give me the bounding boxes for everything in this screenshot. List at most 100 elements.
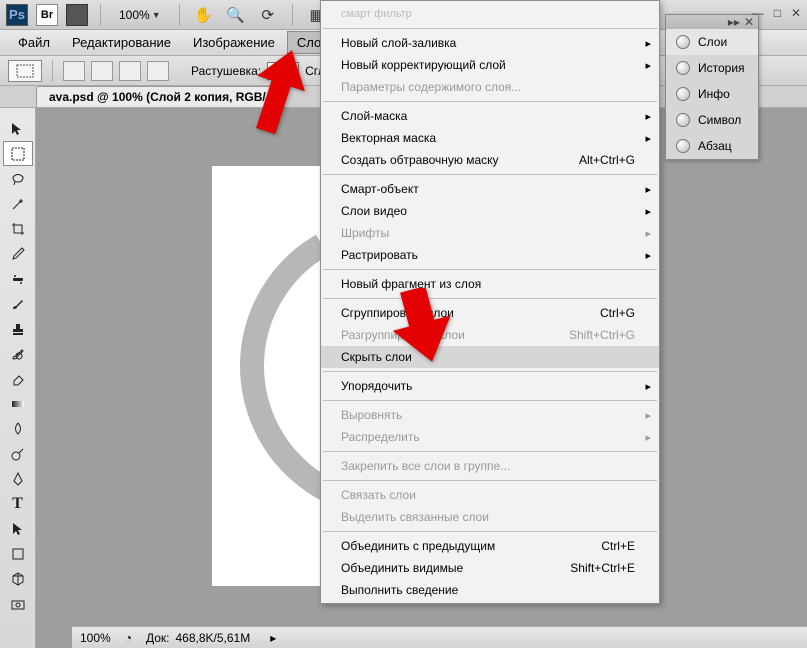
menu-separator xyxy=(323,400,657,401)
menu-lock-all: Закрепить все слои в группе... xyxy=(321,455,659,477)
eraser-tool-icon[interactable] xyxy=(3,366,33,391)
menu-group[interactable]: Сгруппировать слоиCtrl+G xyxy=(321,302,659,324)
zoom-icon[interactable]: 🔍 xyxy=(224,3,248,27)
status-zoom[interactable]: 100% xyxy=(80,631,111,645)
status-bar: 100% ◔ Док: 468,8K/5,61M ▸ xyxy=(72,626,807,648)
panel-dot-icon xyxy=(676,139,690,153)
brush-tool-icon[interactable] xyxy=(3,291,33,316)
panel-dot-icon xyxy=(676,87,690,101)
status-doc: Док: 468,8K/5,61M xyxy=(146,631,250,645)
menu-distribute: Распределить xyxy=(321,426,659,448)
new-selection-icon[interactable] xyxy=(63,61,85,81)
menu-flatten[interactable]: Выполнить сведение xyxy=(321,579,659,601)
hand-icon[interactable]: ✋ xyxy=(192,3,216,27)
status-nav-icon[interactable]: ◔ xyxy=(125,631,132,645)
history-brush-icon[interactable] xyxy=(3,341,33,366)
separator xyxy=(52,60,53,82)
menu-merge-down[interactable]: Объединить с предыдущимCtrl+E xyxy=(321,535,659,557)
minibridge-icon[interactable] xyxy=(66,4,88,26)
gradient-tool-icon[interactable] xyxy=(3,391,33,416)
layers-menu: смарт фильтр Новый слой-заливка Новый ко… xyxy=(320,0,660,604)
eyedropper-tool-icon[interactable] xyxy=(3,241,33,266)
rotate-icon[interactable]: ⟳ xyxy=(256,3,280,27)
panel-tab-history[interactable]: История xyxy=(666,55,758,81)
menu-edit[interactable]: Редактирование xyxy=(62,31,181,54)
intersect-selection-icon[interactable] xyxy=(147,61,169,81)
document-tab[interactable]: ava.psd @ 100% (Слой 2 копия, RGB/ xyxy=(36,86,279,107)
menu-separator xyxy=(323,451,657,452)
menu-video-layers[interactable]: Слои видео xyxy=(321,200,659,222)
panel-dot-icon xyxy=(676,35,690,49)
dodge-tool-icon[interactable] xyxy=(3,441,33,466)
menu-layer-mask[interactable]: Слой-маска xyxy=(321,105,659,127)
menu-select-linked: Выделить связанные слои xyxy=(321,506,659,528)
menu-new-slice[interactable]: Новый фрагмент из слоя xyxy=(321,273,659,295)
menu-clipping-mask[interactable]: Создать обтравочную маскуAlt+Ctrl+G xyxy=(321,149,659,171)
menu-header-item: смарт фильтр xyxy=(321,3,659,25)
panel-tab-symbol[interactable]: Символ xyxy=(666,107,758,133)
separator xyxy=(179,4,180,26)
menu-merge-visible[interactable]: Объединить видимыеShift+Ctrl+E xyxy=(321,557,659,579)
menu-link: Связать слои xyxy=(321,484,659,506)
stamp-tool-icon[interactable] xyxy=(3,316,33,341)
move-tool-icon[interactable] xyxy=(3,116,33,141)
collapse-icon[interactable]: ▸▸ xyxy=(728,15,740,29)
panel-tab-layers[interactable]: Слои xyxy=(666,29,758,55)
maximize-icon[interactable]: □ xyxy=(774,6,781,20)
type-tool-icon[interactable]: T xyxy=(3,491,33,516)
camera-tool-icon[interactable] xyxy=(3,591,33,616)
healing-tool-icon[interactable] xyxy=(3,266,33,291)
chevron-right-icon[interactable]: ▸ xyxy=(270,631,276,645)
menu-fonts: Шрифты xyxy=(321,222,659,244)
marquee-tool-icon[interactable] xyxy=(3,141,33,166)
menu-align: Выровнять xyxy=(321,404,659,426)
close-icon[interactable]: ✕ xyxy=(791,6,801,20)
menu-vector-mask[interactable]: Векторная маска xyxy=(321,127,659,149)
lasso-tool-icon[interactable] xyxy=(3,166,33,191)
3d-tool-icon[interactable] xyxy=(3,566,33,591)
shape-tool-icon[interactable] xyxy=(3,541,33,566)
panel-dot-icon xyxy=(676,113,690,127)
wand-tool-icon[interactable] xyxy=(3,191,33,216)
side-panel: ▸▸✕ Слои История Инфо Символ Абзац xyxy=(665,14,759,160)
path-select-icon[interactable] xyxy=(3,516,33,541)
menu-smart-obj[interactable]: Смарт-объект xyxy=(321,178,659,200)
menu-separator xyxy=(323,28,657,29)
tool-preset-icon[interactable] xyxy=(8,60,42,82)
menu-new-fill[interactable]: Новый слой-заливка xyxy=(321,32,659,54)
subtract-selection-icon[interactable] xyxy=(119,61,141,81)
menu-rasterize[interactable]: Растрировать xyxy=(321,244,659,266)
pen-tool-icon[interactable] xyxy=(3,466,33,491)
menu-arrange[interactable]: Упорядочить xyxy=(321,375,659,397)
photoshop-logo-icon: Ps xyxy=(6,4,28,26)
panel-tab-paragraph[interactable]: Абзац xyxy=(666,133,758,159)
menu-separator xyxy=(323,298,657,299)
blur-tool-icon[interactable] xyxy=(3,416,33,441)
panel-tab-info[interactable]: Инфо xyxy=(666,81,758,107)
menu-separator xyxy=(323,269,657,270)
menu-ungroup: Разгруппировать слоиShift+Ctrl+G xyxy=(321,324,659,346)
feather-label: Растушевка: xyxy=(191,64,261,78)
minimize-icon[interactable]: — xyxy=(752,6,764,20)
menu-separator xyxy=(323,371,657,372)
toolbox: T xyxy=(0,108,36,648)
menu-content-opts: Параметры содержимого слоя... xyxy=(321,76,659,98)
feather-input[interactable] xyxy=(267,62,299,80)
menu-hide-layers[interactable]: Скрыть слои xyxy=(321,346,659,368)
menu-image[interactable]: Изображение xyxy=(183,31,285,54)
menu-new-adj[interactable]: Новый корректирующий слой xyxy=(321,54,659,76)
panel-header[interactable]: ▸▸✕ xyxy=(666,15,758,29)
add-selection-icon[interactable] xyxy=(91,61,113,81)
separator xyxy=(292,4,293,26)
window-controls: — □ ✕ xyxy=(752,6,801,20)
bridge-logo-icon[interactable]: Br xyxy=(36,4,58,26)
menu-separator xyxy=(323,531,657,532)
menu-separator xyxy=(323,174,657,175)
menu-file[interactable]: Файл xyxy=(8,31,60,54)
panel-dot-icon xyxy=(676,61,690,75)
separator xyxy=(100,4,101,26)
crop-tool-icon[interactable] xyxy=(3,216,33,241)
menu-separator xyxy=(323,101,657,102)
chevron-down-icon: ▼ xyxy=(152,10,161,20)
zoom-combo[interactable]: 100% ▼ xyxy=(113,8,167,22)
